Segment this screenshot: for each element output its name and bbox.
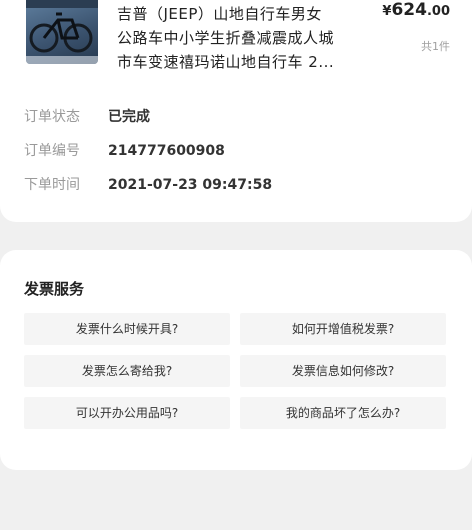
faq-product-broken[interactable]: 我的商品坏了怎么办? [240,397,446,429]
product-quantity: 共1件 [421,40,450,53]
order-time-row: 下单时间 2021-07-23 09:47:58 [24,174,272,196]
faq-vat-invoice[interactable]: 如何开增值税发票? [240,313,446,345]
order-card: 吉普（JEEP）山地自行车男女 公路车中小学生折叠减震成人城 市车变速禧玛诺山地… [0,0,472,222]
order-number-label: 订单编号 [24,143,80,159]
order-number-row: 订单编号 214777600908 [24,140,225,162]
faq-invoice-when-issued[interactable]: 发票什么时候开具? [24,313,230,345]
invoice-service-title: 发票服务 [24,280,85,298]
price-decimal: .00 [426,4,450,19]
product-title[interactable]: 吉普（JEEP）山地自行车男女 公路车中小学生折叠减震成人城 市车变速禧玛诺山地… [117,2,362,74]
order-status-row: 订单状态 已完成 [24,106,150,128]
bicycle-icon [26,0,98,64]
order-status-label: 订单状态 [24,109,80,125]
order-time-value: 2021-07-23 09:47:58 [108,177,273,193]
price-integer: 624 [391,0,427,20]
product-image[interactable] [26,0,98,64]
faq-invoice-edit[interactable]: 发票信息如何修改? [240,355,446,387]
order-number-value[interactable]: 214777600908 [108,143,225,159]
faq-office-supplies[interactable]: 可以开办公用品吗? [24,397,230,429]
product-title-line: 公路车中小学生折叠减震成人城 [117,29,335,47]
product-price: ¥624.00 [382,0,450,20]
product-title-line: 吉普（JEEP）山地自行车男女 [117,5,322,23]
order-time-label: 下单时间 [24,177,80,193]
faq-invoice-delivery[interactable]: 发票怎么寄给我? [24,355,230,387]
product-title-line: 市车变速禧玛诺山地自行车 2... [117,53,335,71]
order-status-value: 已完成 [108,109,150,125]
